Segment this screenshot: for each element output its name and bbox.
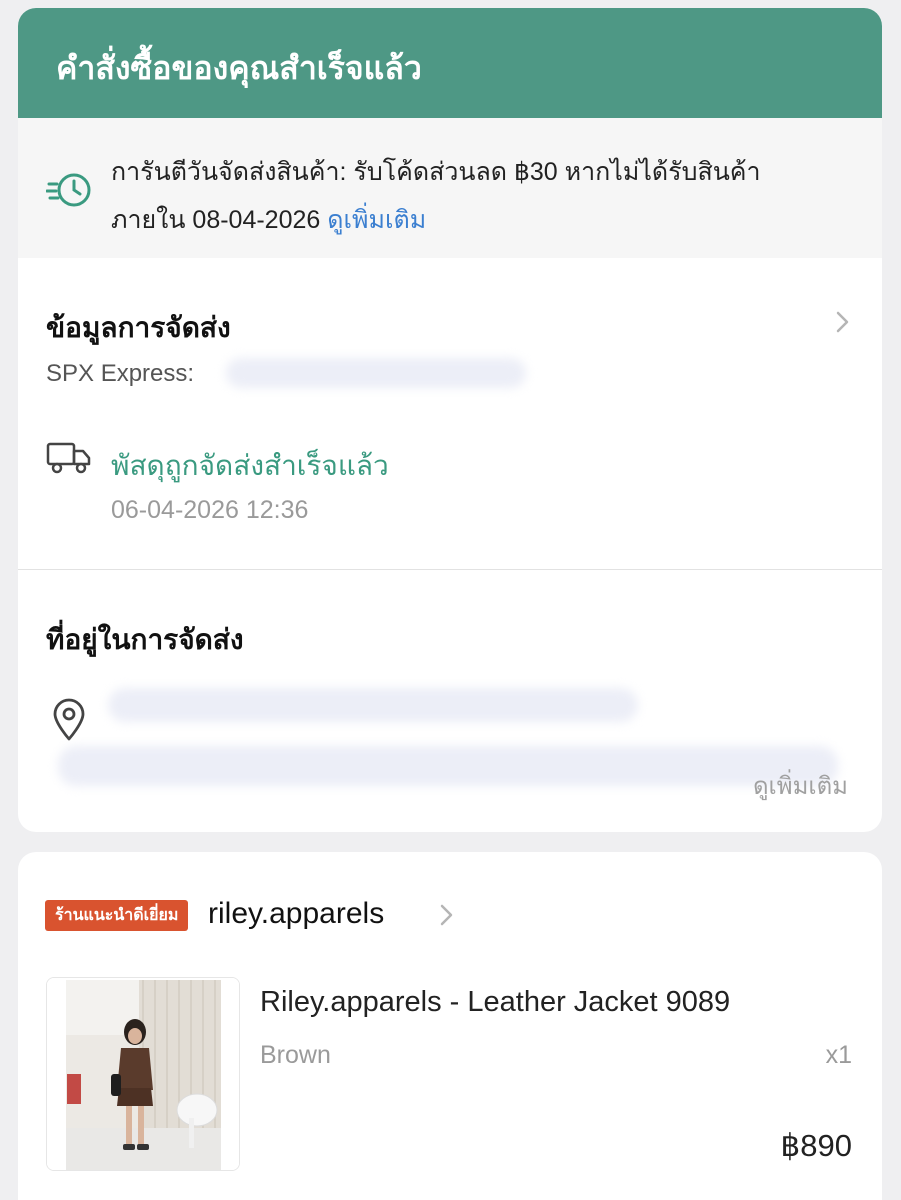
product-photo-icon [47, 978, 239, 1170]
carrier-label: SPX Express: [46, 360, 195, 387]
fast-delivery-clock-icon [46, 173, 91, 207]
chevron-right-icon[interactable] [434, 903, 458, 927]
redacted-address-line-2 [58, 746, 838, 786]
redacted-tracking-number [226, 358, 526, 388]
shipping-address-section[interactable]: ที่อยู่ในการจัดส่ง ดูเพิ่มเติม [18, 570, 882, 832]
redacted-address-line-1 [108, 688, 638, 722]
guarantee-more-link[interactable]: ดูเพิ่มเติม [327, 206, 426, 234]
delivery-status-time: 06-04-2026 12:36 [111, 496, 309, 524]
address-more-link[interactable]: ดูเพิ่มเติม [753, 766, 848, 805]
order-detail-page: คำสั่งซื้อของคุณสำเร็จแล้ว การันตีวันจัด… [0, 0, 901, 1200]
delivery-guarantee-message: การันตีวันจัดส่งสินค้า: รับโค้ดส่วนลด ฿3… [111, 158, 761, 234]
shipping-info-section[interactable]: ข้อมูลการจัดส่ง SPX Express: พัสดุถูกจัด… [18, 258, 882, 570]
order-item-card: ร้านแนะนำดีเยี่ยม riley.apparels Riley.a… [18, 852, 882, 1200]
product-variant: Brown [260, 1041, 331, 1069]
product-name[interactable]: Riley.apparels - Leather Jacket 9089 [260, 986, 730, 1019]
shop-name[interactable]: riley.apparels [208, 897, 384, 931]
truck-icon [46, 442, 91, 474]
product-quantity: x1 [825, 1041, 852, 1069]
delivery-guarantee-text: การันตีวันจัดส่งสินค้า: รับโค้ดส่วนลด ฿3… [111, 148, 831, 244]
shipping-address-title: ที่อยู่ในการจัดส่ง [46, 624, 244, 655]
chevron-right-icon[interactable] [830, 310, 854, 334]
preferred-shop-badge: ร้านแนะนำดีเยี่ยม [45, 900, 189, 931]
shipping-info-title: ข้อมูลการจัดส่ง [46, 312, 231, 343]
location-pin-icon [53, 698, 85, 741]
order-status-card: คำสั่งซื้อของคุณสำเร็จแล้ว การันตีวันจัด… [18, 8, 882, 832]
product-thumbnail[interactable] [46, 977, 240, 1171]
delivery-status: พัสดุถูกจัดส่งสำเร็จแล้ว [111, 450, 389, 481]
product-price: ฿890 [780, 1128, 852, 1163]
delivery-guarantee: การันตีวันจัดส่งสินค้า: รับโค้ดส่วนลด ฿3… [18, 118, 882, 258]
order-success-banner: คำสั่งซื้อของคุณสำเร็จแล้ว [18, 8, 882, 118]
